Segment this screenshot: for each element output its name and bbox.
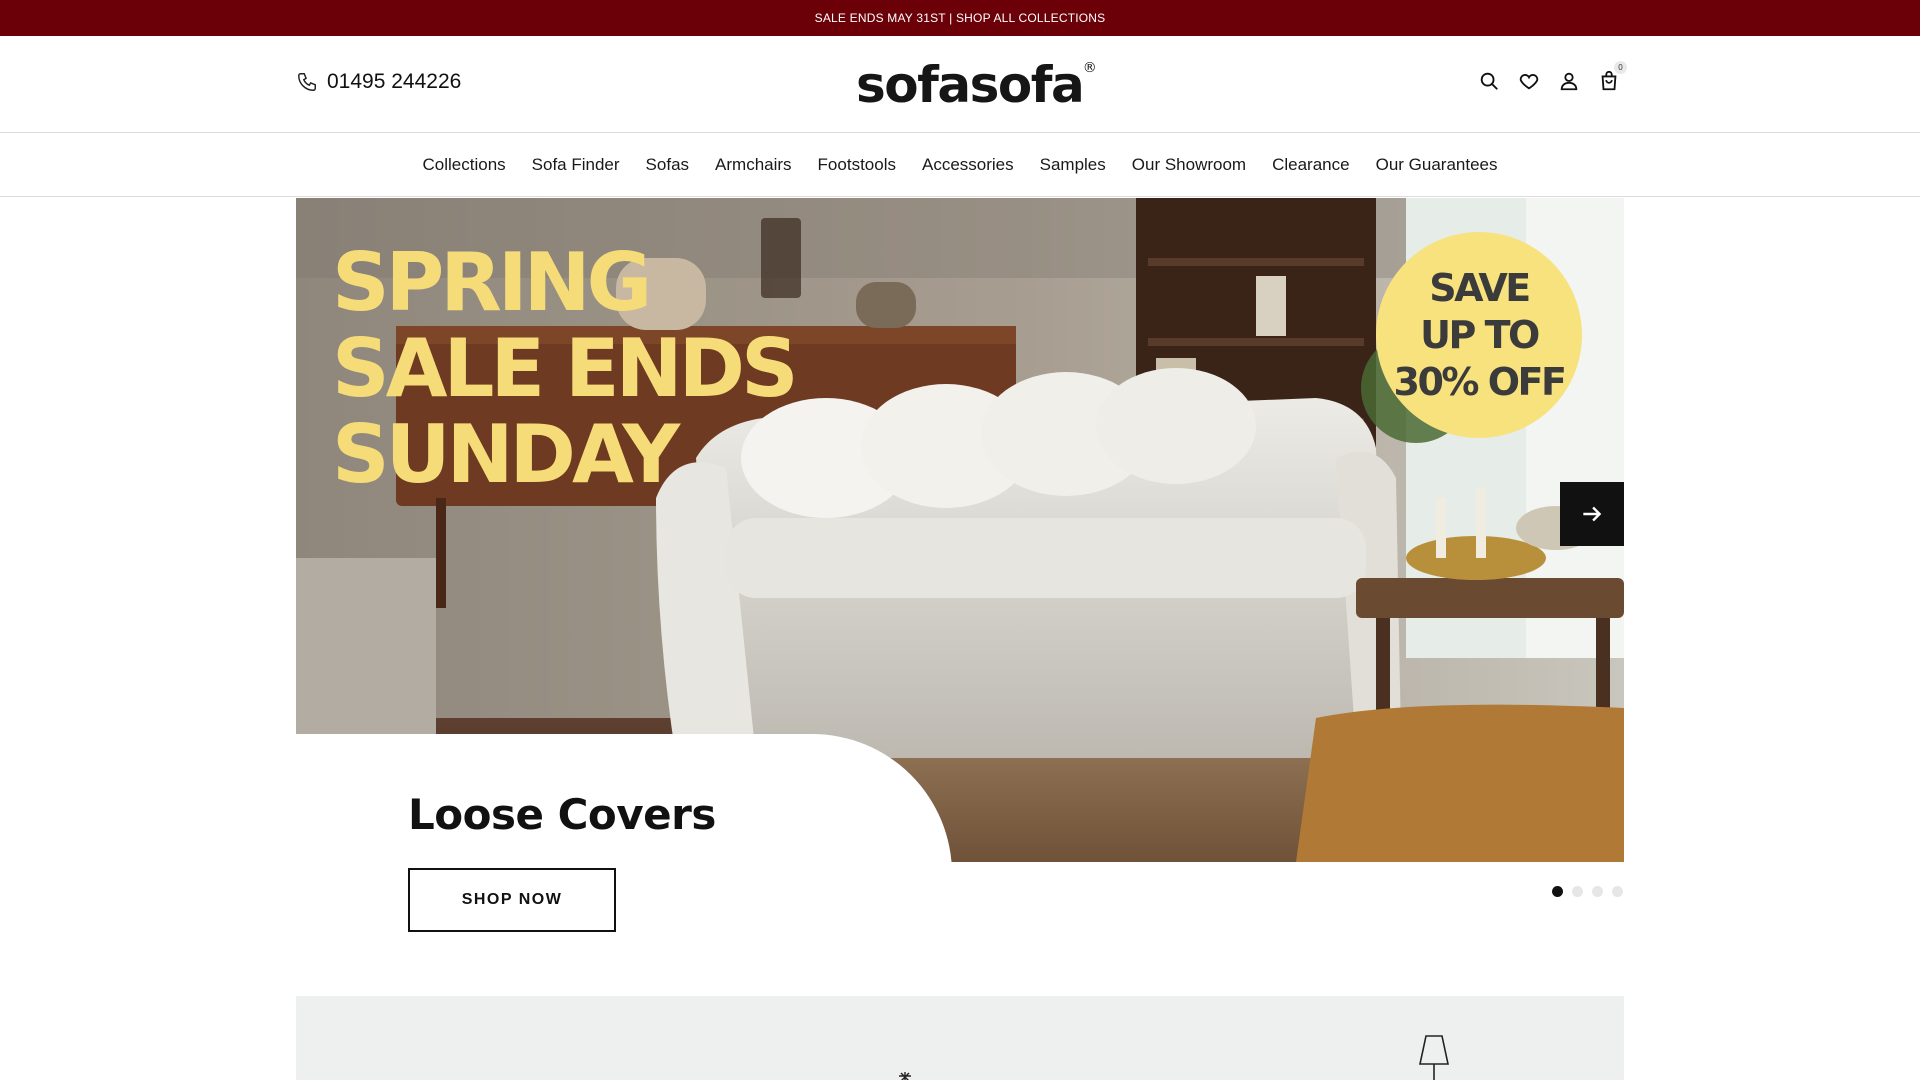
nav-item-clearance[interactable]: Clearance (1272, 155, 1350, 175)
slide-title: Loose Covers (408, 790, 716, 839)
slide-dot-3[interactable] (1592, 886, 1603, 897)
nav-item-armchairs[interactable]: Armchairs (715, 155, 792, 175)
slide-pagination (1552, 886, 1623, 897)
badge-line: SAVE (1429, 265, 1531, 310)
next-slide-button[interactable] (1560, 482, 1624, 546)
discount-badge: SAVE UP TO 30% OFF (1376, 232, 1582, 438)
sale-headline: SPRING SALE ENDS SUNDAY (332, 236, 799, 501)
nav-item-our-showroom[interactable]: Our Showroom (1132, 155, 1246, 175)
slide-dot-1[interactable] (1552, 886, 1563, 897)
user-icon (1560, 72, 1578, 91)
badge-line: 30% OFF (1393, 359, 1567, 404)
logo-text: sofasofa (856, 56, 1085, 114)
main-nav: Collections Sofa Finder Sofas Armchairs … (0, 133, 1920, 197)
headline-line: SUNDAY (332, 408, 680, 501)
search-icon (1480, 72, 1498, 90)
nav-item-sofas[interactable]: Sofas (646, 155, 689, 175)
heart-icon (1519, 74, 1539, 90)
slide-dot-2[interactable] (1572, 886, 1583, 897)
lamp-icon (1419, 1035, 1449, 1080)
header-icons: 0 (1478, 61, 1627, 92)
slide-dot-4[interactable] (1612, 886, 1623, 897)
logo-registered-mark: ® (1082, 60, 1097, 76)
hero-slideshow[interactable]: SPRING SALE ENDS SUNDAY SAVE UP TO 30% O… (296, 198, 1624, 862)
nav-item-sofa-finder[interactable]: Sofa Finder (532, 155, 620, 175)
nav-item-accessories[interactable]: Accessories (922, 155, 1014, 175)
nav-item-our-guarantees[interactable]: Our Guarantees (1376, 155, 1498, 175)
announcement-bar[interactable]: SALE ENDS MAY 31ST | SHOP ALL COLLECTION… (0, 0, 1920, 36)
arrow-right-icon (1583, 506, 1602, 522)
phone-icon (298, 73, 316, 91)
account-button[interactable] (1558, 70, 1580, 92)
cart-count-badge: 0 (1614, 61, 1627, 74)
announcement-text[interactable]: SALE ENDS MAY 31ST | SHOP ALL COLLECTION… (815, 11, 1106, 25)
sparkle-icon (899, 1072, 911, 1080)
cart-button[interactable]: 0 (1598, 61, 1627, 92)
features-strip (296, 996, 1624, 1080)
headline-line: SPRING (332, 236, 652, 329)
search-button[interactable] (1478, 70, 1500, 92)
badge-line: UP TO (1420, 312, 1540, 357)
headline-line: SALE ENDS (332, 322, 799, 415)
phone-contact[interactable]: 01495 244226 (296, 70, 461, 94)
nav-item-samples[interactable]: Samples (1040, 155, 1106, 175)
phone-number[interactable]: 01495 244226 (327, 70, 461, 94)
site-header: 01495 244226 sofasofa ® 0 (0, 36, 1920, 133)
nav-item-footstools[interactable]: Footstools (818, 155, 896, 175)
shop-now-button[interactable]: SHOP NOW (408, 868, 616, 932)
nav-item-collections[interactable]: Collections (423, 155, 506, 175)
wishlist-button[interactable] (1518, 70, 1540, 92)
site-logo[interactable]: sofasofa ® (856, 56, 1097, 114)
